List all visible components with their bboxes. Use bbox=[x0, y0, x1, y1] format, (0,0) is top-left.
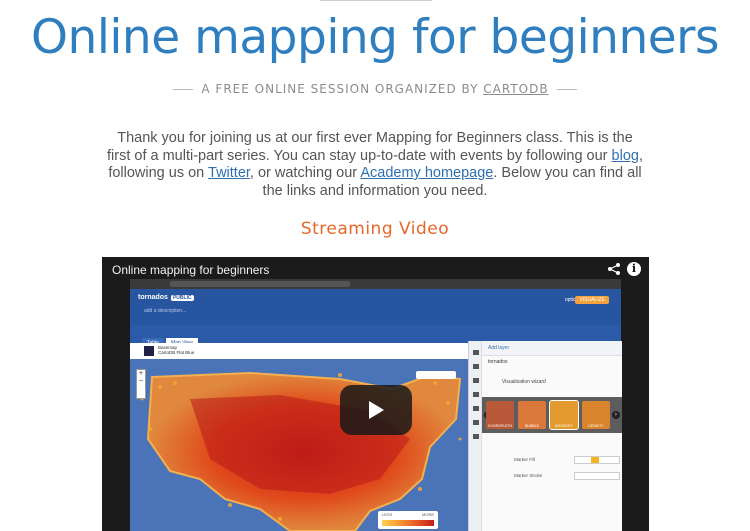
thumb-bubble-label: BUBBLE bbox=[525, 424, 539, 428]
thumb-intensity-label: INTENSITY bbox=[554, 424, 574, 428]
app-table-name: tornados PUBLIC bbox=[138, 294, 194, 301]
basemap-swatch bbox=[144, 346, 154, 356]
app-table-name-text: tornados bbox=[138, 294, 168, 301]
marker-stroke-control bbox=[574, 472, 620, 480]
video-player[interactable]: tornados PUBLIC add a description... opti… bbox=[102, 257, 649, 531]
thumb-density-label: DENSITY bbox=[588, 424, 604, 428]
legend-low: LESS bbox=[382, 512, 393, 517]
play-button[interactable] bbox=[340, 385, 412, 435]
top-divider bbox=[320, 0, 432, 1]
layer-name: tornados bbox=[488, 359, 508, 365]
page-title: Online mapping for beginners bbox=[31, 10, 719, 65]
video-title[interactable]: Online mapping for beginners bbox=[112, 263, 269, 277]
heatmap-visual bbox=[130, 359, 468, 531]
video-browser-bar bbox=[130, 279, 621, 289]
info-icon[interactable]: i bbox=[627, 262, 641, 276]
marker-fill-label: Marker Fill bbox=[514, 457, 535, 462]
subtitle-text: A FREE ONLINE SESSION ORGANIZED BY bbox=[201, 82, 479, 96]
marker-stroke-label: Marker Stroke bbox=[514, 473, 543, 478]
basemap-selector: Basemap CartoDB Flat Blue bbox=[130, 343, 468, 359]
thumb-intensity: INTENSITY bbox=[549, 400, 579, 430]
basemap-label: Basemap CartoDB Flat Blue bbox=[158, 345, 194, 355]
marker-fill-control bbox=[574, 456, 620, 464]
basemap-name: CartoDB Flat Blue bbox=[158, 350, 195, 355]
intro-text-1: Thank you for joining us at our first ev… bbox=[107, 130, 633, 164]
blog-link[interactable]: blog bbox=[612, 148, 639, 164]
page-subtitle: A FREE ONLINE SESSION ORGANIZED BY CARTO… bbox=[0, 82, 750, 96]
layer-panel-header: Add layer bbox=[482, 341, 622, 356]
app-side-toolbar bbox=[468, 341, 482, 531]
thumb-choropleth: CHOROPLETH bbox=[486, 401, 514, 429]
legend-gradient bbox=[382, 520, 434, 526]
wizard-thumbnails: ‹ CHOROPLETH BUBBLE INTENSITY DENSITY › bbox=[482, 397, 622, 433]
app-visualize: VISUALIZE bbox=[575, 296, 609, 304]
subtitle-dash-right bbox=[556, 89, 577, 90]
video-map: + − LESS MORE bbox=[130, 359, 468, 531]
add-layer-label: Add layer bbox=[488, 345, 510, 351]
thumb-choropleth-label: CHOROPLETH bbox=[487, 424, 513, 428]
app-tabs: TableMap View bbox=[142, 329, 200, 348]
app-description: add a description... bbox=[144, 308, 187, 314]
zoom-in-icon: + bbox=[138, 370, 144, 377]
section-title: Streaming Video bbox=[300, 219, 450, 239]
layer-panel: Add layer tornados Visualization wizard … bbox=[481, 341, 622, 531]
map-zoom-control: + − bbox=[136, 369, 146, 399]
legend-high: MORE bbox=[422, 512, 434, 517]
cartodb-link[interactable]: CARTODB bbox=[483, 82, 548, 96]
thumb-density: DENSITY bbox=[582, 401, 610, 429]
app-header: tornados PUBLIC add a description... opti… bbox=[130, 289, 621, 325]
map-legend: LESS MORE bbox=[378, 511, 438, 529]
intro-text-3: , or watching our bbox=[249, 165, 361, 181]
academy-homepage-link[interactable]: Academy homepage bbox=[360, 165, 493, 181]
twitter-link[interactable]: Twitter bbox=[208, 165, 250, 181]
thumb-bubble: BUBBLE bbox=[518, 401, 546, 429]
thumb-next-icon: › bbox=[612, 411, 620, 419]
intro-paragraph: Thank you for joining us at our first ev… bbox=[105, 130, 645, 200]
wizard-title: Visualization wizard bbox=[502, 379, 546, 385]
zoom-out-icon: − bbox=[138, 377, 144, 384]
app-public-badge: PUBLIC bbox=[170, 295, 194, 301]
share-icon[interactable] bbox=[607, 262, 621, 276]
video-browser-url bbox=[170, 281, 350, 287]
map-search-box bbox=[416, 371, 456, 379]
subtitle-dash-left bbox=[173, 89, 194, 90]
